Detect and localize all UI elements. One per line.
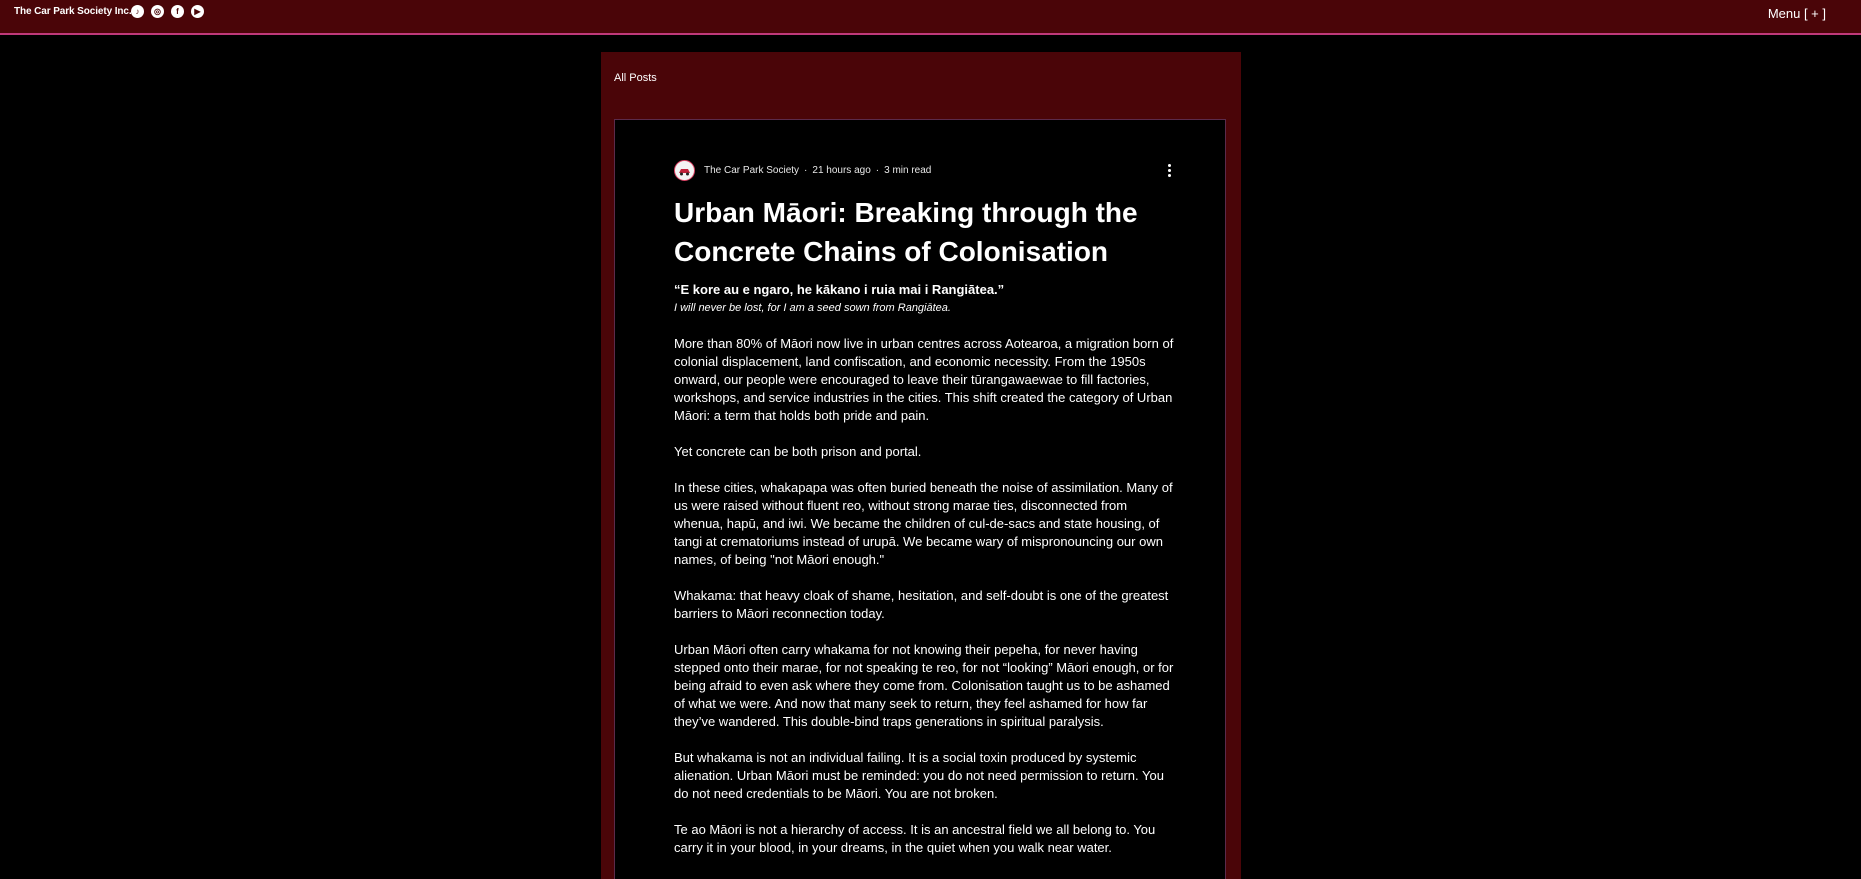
paragraph: In these cities, whakapapa was often bur… xyxy=(674,480,1173,567)
tiktok-icon[interactable]: ♪ xyxy=(131,5,144,18)
youtube-icon[interactable]: ▶ xyxy=(191,5,204,18)
social-links: ♪ ◎ f ▶ xyxy=(131,5,204,18)
whakatauki-quote: “E kore au e ngaro, he kākano i ruia mai… xyxy=(674,282,1005,297)
paragraph: More than 80% of Māori now live in urban… xyxy=(674,336,1174,423)
meta-separator: · xyxy=(875,165,880,176)
author-name[interactable]: The Car Park Society xyxy=(704,165,799,176)
site-name[interactable]: The Car Park Society Inc. xyxy=(14,6,132,17)
read-time: 3 min read xyxy=(884,165,932,176)
paragraph: Yet concrete can be both prison and port… xyxy=(674,444,922,459)
instagram-icon[interactable]: ◎ xyxy=(151,5,164,18)
meta-separator: · xyxy=(804,165,808,176)
blog-panel: All Posts The Car Park Society · 21 hour… xyxy=(601,52,1241,879)
post-card: The Car Park Society · 21 hours ago · 3 … xyxy=(614,119,1226,879)
facebook-icon[interactable]: f xyxy=(171,5,184,18)
menu-button[interactable]: Menu [ + ] xyxy=(1768,6,1826,21)
car-logo-icon xyxy=(679,169,690,176)
post-title: Urban Māori: Breaking through the Concre… xyxy=(674,197,1138,267)
quote-translation: I will never be lost, for I am a seed so… xyxy=(674,302,951,314)
top-bar: The Car Park Society Inc. ♪ ◎ f ▶ Menu [… xyxy=(0,0,1861,35)
paragraph: But whakama is not an individual failing… xyxy=(674,750,1164,801)
paragraph: Urban Māori often carry whakama for not … xyxy=(674,642,1174,729)
post-body: More than 80% of Māori now live in urban… xyxy=(674,335,1174,875)
post-time: 21 hours ago xyxy=(812,165,871,176)
post-meta: The Car Park Society · 21 hours ago · 3 … xyxy=(674,160,931,181)
paragraph: Whakama: that heavy cloak of shame, hesi… xyxy=(674,588,1169,621)
paragraph: Te ao Māori is not a hierarchy of access… xyxy=(674,822,1156,855)
avatar[interactable] xyxy=(674,160,695,181)
more-options-icon[interactable] xyxy=(1162,160,1176,180)
all-posts-link[interactable]: All Posts xyxy=(614,72,657,84)
